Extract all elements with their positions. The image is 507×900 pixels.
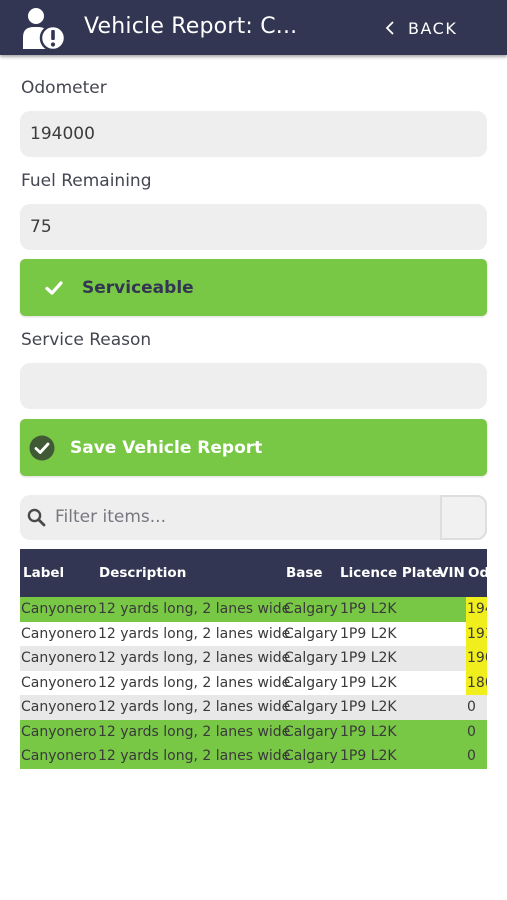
table-row[interactable]: Canyonero 12 yards long, 2 lanes wide Calg… — [20, 744, 487, 769]
service-reason-label: Service Reason — [21, 330, 152, 350]
search-icon — [27, 508, 46, 527]
cell-description: 12 yards long, 2 lanes wide — [98, 601, 291, 617]
cell-description: 12 yards long, 2 lanes wide — [98, 674, 291, 691]
column-header-label[interactable]: Label — [23, 549, 64, 597]
cell-base: Calgary — [284, 748, 338, 764]
table-header: Label Description Base Licence Plate VIN… — [20, 549, 487, 597]
cell-description: 12 yards long, 2 lanes wide — [98, 625, 291, 642]
cell-description: 12 yards long, 2 lanes wide — [98, 699, 291, 715]
save-label: Save Vehicle Report — [70, 437, 263, 458]
vehicle-table: Label Description Base Licence Plate VIN… — [20, 549, 487, 770]
cell-description: 12 yards long, 2 lanes wide — [98, 650, 291, 666]
serviceable-label: Serviceable — [82, 277, 194, 298]
cell-description: 12 yards long, 2 lanes wide — [98, 748, 291, 764]
cell-odometer: 193 — [466, 621, 487, 646]
cell-licence-plate: 1P9 L2K — [340, 625, 397, 642]
cell-licence-plate: 1P9 L2K — [340, 748, 397, 764]
cell-licence-plate: 1P9 L2K — [340, 674, 397, 691]
odometer-label: Odometer — [21, 78, 107, 98]
cell-licence-plate: 1P9 L2K — [340, 601, 397, 617]
cell-base: Calgary — [284, 699, 338, 715]
check-circle-icon — [29, 435, 55, 460]
chevron-left-icon — [385, 21, 394, 35]
filter-input[interactable]: Filter items... — [55, 495, 166, 540]
serviceable-toggle[interactable]: Serviceable — [20, 259, 487, 316]
cell-label: Canyonero — [21, 674, 97, 691]
fuel-remaining-label: Fuel Remaining — [21, 171, 152, 191]
cell-label: Canyonero — [21, 699, 97, 715]
cell-label: Canyonero — [21, 723, 97, 740]
column-header-description[interactable]: Description — [99, 549, 186, 597]
cell-label: Canyonero — [21, 650, 97, 666]
fuel-remaining-field[interactable]: 75 — [20, 204, 487, 250]
filter-bar: Filter items... — [20, 495, 487, 540]
cell-odometer: 194 — [466, 597, 487, 622]
cell-label: Canyonero — [21, 748, 97, 764]
cell-odometer: 0 — [467, 699, 476, 715]
back-button[interactable]: BACK — [382, 14, 457, 42]
table-row[interactable]: Canyonero 12 yards long, 2 lanes wide Calg… — [20, 670, 487, 695]
cell-odometer: 0 — [467, 723, 476, 740]
cell-licence-plate: 1P9 L2K — [340, 723, 397, 740]
table-row[interactable]: Canyonero 12 yards long, 2 lanes wide Calg… — [20, 646, 487, 671]
cell-label: Canyonero — [21, 625, 97, 642]
save-vehicle-report-button[interactable]: Save Vehicle Report — [20, 419, 487, 476]
cell-base: Calgary — [284, 723, 338, 740]
cell-description: 12 yards long, 2 lanes wide — [98, 723, 291, 740]
cell-base: Calgary — [284, 650, 338, 666]
cell-licence-plate: 1P9 L2K — [340, 650, 397, 666]
column-header-licence-plate[interactable]: Licence Plate — [340, 549, 441, 597]
cell-odometer: 190 — [466, 646, 487, 671]
table-row[interactable]: Canyonero 12 yards long, 2 lanes wide Calg… — [20, 597, 487, 622]
table-row[interactable]: Canyonero 12 yards long, 2 lanes wide Calg… — [20, 621, 487, 646]
column-header-vin[interactable]: VIN — [438, 549, 465, 597]
page-title: Vehicle Report: C... — [84, 14, 298, 39]
column-header-odometer[interactable]: Od — [468, 549, 487, 597]
table-row[interactable]: Canyonero 12 yards long, 2 lanes wide Calg… — [20, 695, 487, 720]
cell-base: Calgary — [284, 674, 338, 691]
back-label: BACK — [408, 18, 458, 38]
cell-label: Canyonero — [21, 601, 97, 617]
check-icon — [45, 280, 63, 295]
service-reason-field[interactable] — [20, 363, 487, 409]
cell-odometer: 0 — [467, 748, 476, 764]
filter-clear-button[interactable] — [440, 495, 487, 540]
cell-licence-plate: 1P9 L2K — [340, 699, 397, 715]
odometer-field[interactable]: 194000 — [20, 111, 487, 157]
table-row[interactable]: Canyonero 12 yards long, 2 lanes wide Calg… — [20, 719, 487, 744]
app-bar: Vehicle Report: C... BACK — [0, 0, 507, 55]
user-alert-icon — [23, 8, 66, 51]
column-header-base[interactable]: Base — [286, 549, 323, 597]
cell-base: Calgary — [284, 625, 338, 642]
cell-odometer: 180 — [466, 670, 487, 695]
cell-base: Calgary — [284, 601, 338, 617]
